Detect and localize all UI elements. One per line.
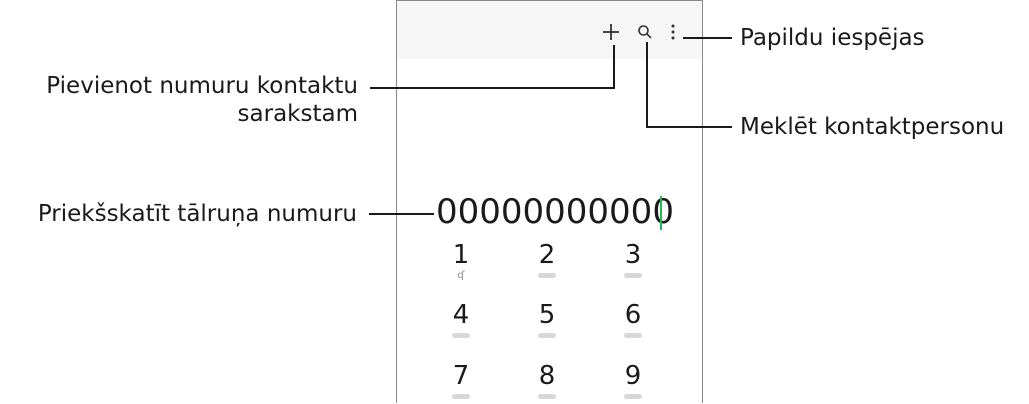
callout-line-search-horizontal	[646, 126, 732, 128]
key-letters	[538, 333, 556, 338]
key-letters	[452, 333, 470, 338]
key-digit: 7	[452, 361, 470, 391]
key-digit: 9	[624, 361, 642, 391]
search-icon[interactable]	[637, 24, 653, 40]
callout-line-preview	[369, 213, 434, 215]
callout-search-contact: Meklēt kontaktpersonu	[740, 114, 1005, 140]
text-cursor	[660, 196, 662, 230]
callout-line-more-options	[683, 37, 732, 39]
key-letters	[624, 394, 642, 399]
phone-number-display[interactable]: 00000000000	[436, 192, 674, 232]
key-5[interactable]: 5	[527, 300, 567, 338]
key-8[interactable]: 8	[527, 361, 567, 399]
plus-icon[interactable]	[601, 22, 621, 42]
callout-add-contact-line2: sarakstam	[237, 101, 358, 127]
key-digit: 6	[624, 300, 642, 330]
more-options-icon[interactable]	[670, 23, 676, 41]
key-letters	[452, 394, 470, 399]
key-letters	[624, 333, 642, 338]
key-digit: 5	[538, 300, 556, 330]
key-2[interactable]: 2	[527, 240, 567, 278]
key-digit: 4	[452, 300, 470, 330]
voicemail-icon: ʠ	[457, 270, 465, 281]
key-letters	[538, 273, 556, 278]
key-letters	[624, 273, 642, 278]
key-6[interactable]: 6	[613, 300, 653, 338]
key-digit: 2	[538, 240, 556, 270]
key-digit: 8	[538, 361, 556, 391]
key-digit: 3	[624, 240, 642, 270]
dialer-toolbar	[397, 1, 702, 59]
callout-line-add-horizontal	[370, 87, 615, 89]
key-9[interactable]: 9	[613, 361, 653, 399]
callout-line-search-vertical	[646, 42, 648, 127]
key-digit: 1	[452, 240, 470, 270]
callout-preview-number: Priekšskatīt tālruņa numuru	[37, 201, 357, 227]
callout-more-options: Papildu iespējas	[740, 25, 925, 51]
key-letters	[538, 394, 556, 399]
key-7[interactable]: 7	[441, 361, 481, 399]
callout-line-add-vertical	[613, 45, 615, 88]
key-3[interactable]: 3	[613, 240, 653, 278]
callout-add-contact-line1: Pievienot numuru kontaktu	[46, 73, 358, 99]
key-4[interactable]: 4	[441, 300, 481, 338]
key-1[interactable]: 1 ʠ	[441, 240, 481, 281]
